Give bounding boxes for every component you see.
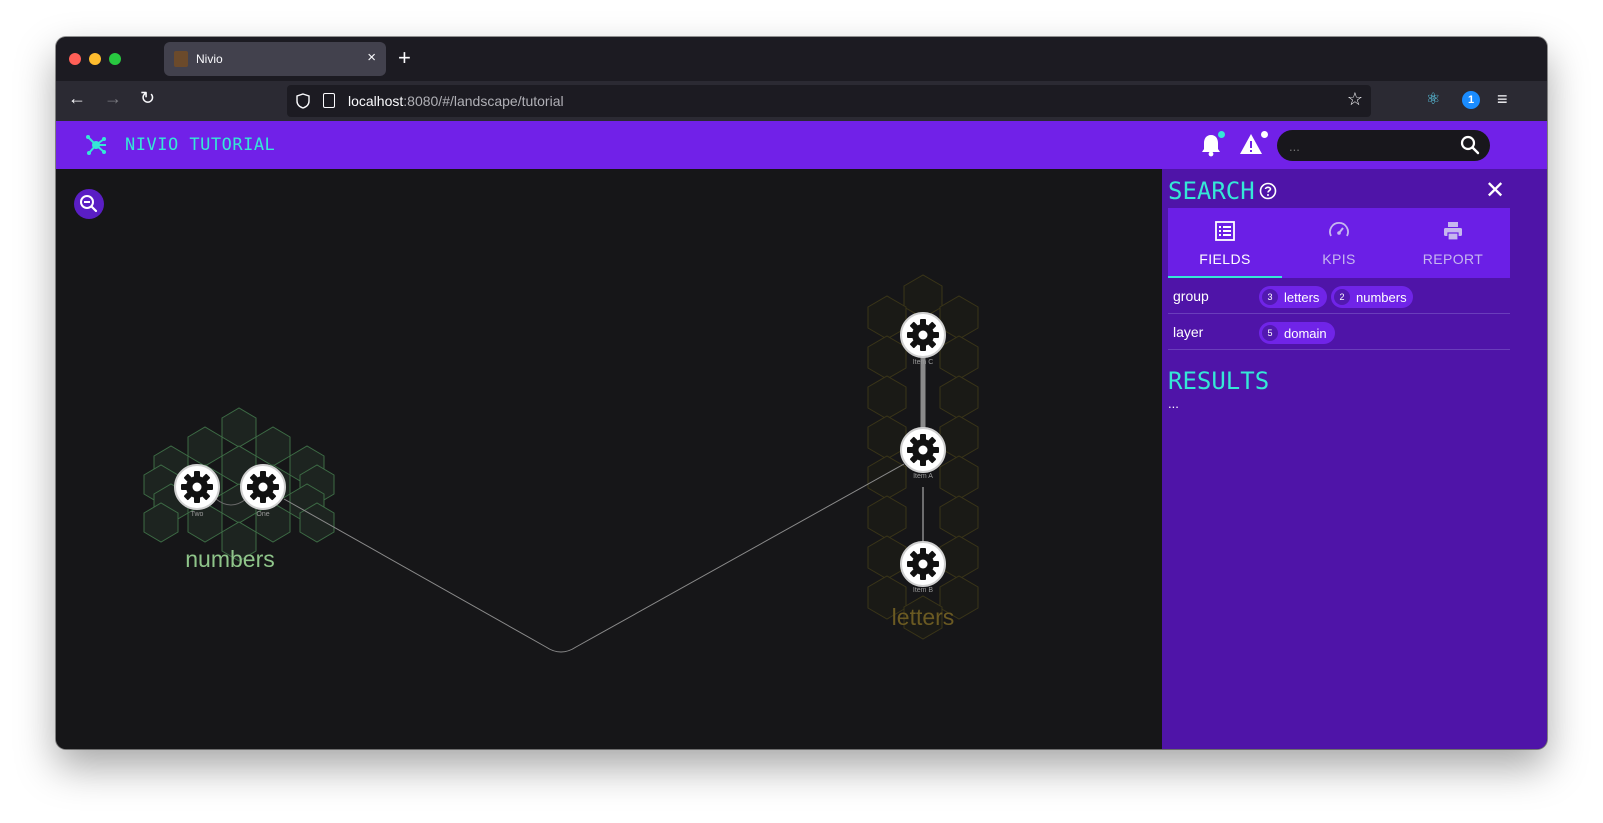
browser-window: Nivio × + ← → ↻ localhost:8080/#/landsca… (56, 37, 1547, 749)
map-svg[interactable]: Two One Item C Item A Item B numbers let… (56, 169, 1162, 749)
facet-count: 3 (1262, 289, 1278, 305)
tab-fields[interactable]: FIELDS (1168, 208, 1282, 278)
search-icon[interactable] (1460, 135, 1480, 155)
item-item-b[interactable] (900, 541, 946, 587)
warning-badge (1261, 131, 1268, 138)
item-label: Item B (913, 587, 934, 594)
field-row-group: group 3 letters 2 numbers (1168, 278, 1510, 314)
sidebar-title: SEARCH (1168, 177, 1255, 205)
item-item-a[interactable] (900, 427, 946, 473)
notification-badge (1218, 131, 1225, 138)
browser-tab[interactable]: Nivio × (164, 42, 386, 76)
facet-chip-domain[interactable]: 5 domain (1259, 322, 1335, 344)
tab-label: REPORT (1422, 251, 1484, 267)
url-text[interactable]: localhost:8080/#/landscape/tutorial (348, 93, 564, 109)
tab-title: Nivio (196, 52, 223, 66)
minimize-window-button[interactable] (89, 53, 101, 65)
tab-strip: Nivio × + (56, 37, 1547, 81)
item-item-c[interactable] (900, 312, 946, 358)
nivio-logo-icon[interactable] (84, 133, 108, 157)
back-arrow-icon[interactable]: ← (68, 88, 86, 109)
item-one[interactable] (240, 464, 286, 510)
new-tab-button[interactable]: + (398, 45, 411, 71)
numbers-group-area (143, 407, 335, 562)
help-icon[interactable] (1259, 182, 1277, 200)
hamburger-menu-icon[interactable]: ≡ (1497, 89, 1508, 110)
group-label-numbers[interactable]: numbers (185, 546, 274, 572)
page-icon (323, 93, 335, 108)
item-label: One (256, 511, 269, 518)
tab-label: KPIS (1322, 251, 1356, 267)
field-row-layer: layer 5 domain (1168, 314, 1510, 350)
forward-arrow-icon[interactable]: → (104, 88, 122, 109)
nav-bar: ← → ↻ localhost:8080/#/landscape/tutoria… (56, 81, 1547, 121)
close-sidebar-icon[interactable]: ✕ (1485, 176, 1505, 205)
header-search (1277, 130, 1490, 161)
search-input[interactable] (1289, 136, 1449, 156)
list-icon (1215, 221, 1235, 241)
facet-chip-numbers[interactable]: 2 numbers (1331, 286, 1413, 308)
password-manager-icon[interactable]: 1 (1462, 91, 1480, 109)
zoom-out-button[interactable] (74, 189, 104, 219)
tab-label: FIELDS (1199, 251, 1251, 267)
tab-close-icon[interactable]: × (367, 49, 376, 66)
facet-chip-letters[interactable]: 3 letters (1259, 286, 1327, 308)
results-title: RESULTS (1168, 367, 1270, 395)
landscape-map[interactable]: Two One Item C Item A Item B numbers let… (56, 169, 1162, 749)
bookmark-star-icon[interactable]: ☆ (1347, 89, 1363, 110)
relation-one-to-item-a (283, 463, 905, 653)
app-header: NIVIO TUTORIAL (56, 121, 1547, 169)
item-label: Item A (913, 473, 933, 480)
group-label-letters[interactable]: letters (892, 604, 955, 630)
zoom-out-icon (80, 195, 98, 213)
facet-label: domain (1284, 326, 1327, 341)
field-name: group (1173, 288, 1209, 304)
favicon-icon (174, 51, 188, 67)
item-label: Two (191, 511, 204, 518)
gauge-icon (1329, 222, 1349, 237)
shield-icon (296, 93, 310, 109)
maximize-window-button[interactable] (109, 53, 121, 65)
reload-icon[interactable]: ↻ (140, 88, 155, 109)
close-window-button[interactable] (69, 53, 81, 65)
search-sidebar: SEARCH ✕ FIELDS KPIS REPORT group 3 lett… (1162, 169, 1547, 749)
warning-icon[interactable] (1239, 133, 1263, 155)
item-label: Item C (913, 359, 934, 366)
field-name: layer (1173, 324, 1204, 340)
printer-icon (1444, 222, 1462, 241)
results-body: ... (1168, 396, 1179, 411)
facet-label: letters (1284, 290, 1320, 305)
facet-count: 5 (1262, 325, 1278, 341)
tab-report[interactable]: REPORT (1396, 208, 1510, 278)
sidebar-tabs: FIELDS KPIS REPORT (1168, 208, 1510, 278)
facet-count: 2 (1334, 289, 1350, 305)
app-title: NIVIO TUTORIAL (125, 135, 276, 155)
react-devtools-icon[interactable]: ⚛ (1426, 89, 1444, 108)
tab-kpis[interactable]: KPIS (1282, 208, 1396, 278)
url-bar[interactable]: localhost:8080/#/landscape/tutorial ☆ (287, 85, 1371, 117)
item-two[interactable] (174, 464, 220, 510)
facet-label: numbers (1356, 290, 1407, 305)
